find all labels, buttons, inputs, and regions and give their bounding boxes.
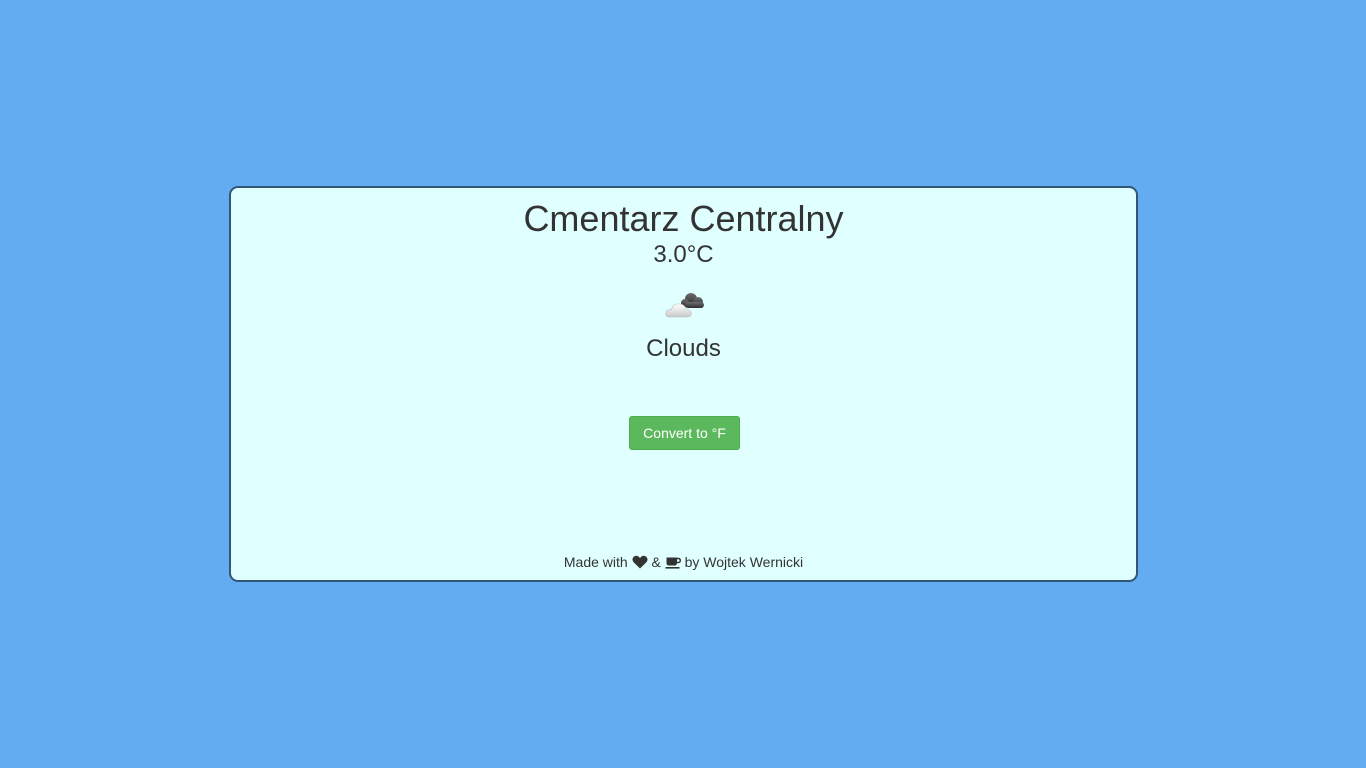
location-name: Cmentarz Centralny [523,198,844,239]
temperature: 3.0°C [653,241,714,268]
footer-made-with: Made with [563,554,628,570]
cloud-icon [665,293,704,318]
convert-to-fahrenheit-button[interactable]: Convert to °F [629,416,740,450]
weather-condition: Clouds [646,335,721,362]
coffee-icon [665,557,681,569]
footer: Made with & by Wojtek Wernicki [231,552,1136,572]
weather-card: Cmentarz Centralny 3.0°C Clouds Convert … [229,186,1138,582]
footer-ampersand: & [651,554,661,570]
footer-author: by Wojtek Wernicki [684,554,804,570]
heart-icon [632,555,648,569]
